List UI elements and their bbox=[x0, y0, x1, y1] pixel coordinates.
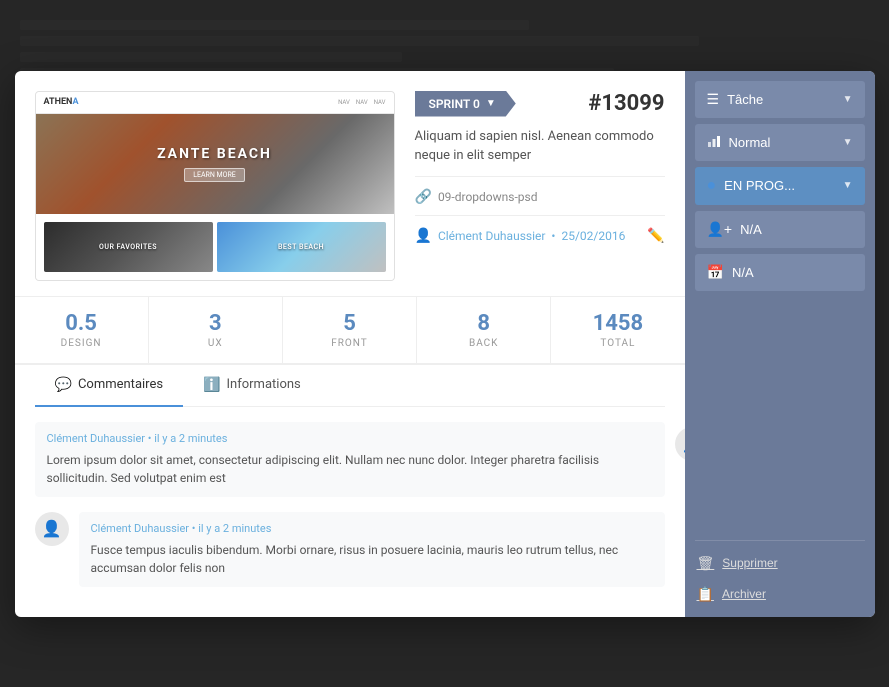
delete-button[interactable]: 🗑 Supprimer bbox=[695, 551, 865, 576]
date-label: N/A bbox=[732, 265, 754, 280]
modal-main-content: ATHENA NAV NAV NAV ZANTE BEACH LEARN MOR… bbox=[15, 71, 685, 617]
comments-section: Clément Duhaussier • il y a 2 minutes Lo… bbox=[15, 407, 685, 617]
normal-chevron-icon: ▼ bbox=[843, 137, 853, 148]
preview-topbar: ATHENA NAV NAV NAV bbox=[36, 92, 394, 114]
delete-label: Supprimer bbox=[722, 556, 777, 570]
assignee-label: N/A bbox=[740, 222, 762, 237]
tabs-section: 💬 Commentaires ℹ️ Informations bbox=[15, 365, 685, 407]
archive-icon: 📋 bbox=[697, 586, 714, 603]
comment-item-2: 👤 Clément Duhaussier • il y a 2 minutes … bbox=[35, 512, 665, 587]
top-section: ATHENA NAV NAV NAV ZANTE BEACH LEARN MOR… bbox=[15, 71, 685, 297]
sidebar-assignee-button[interactable]: 👤+ N/A bbox=[695, 211, 865, 248]
sprint-badge[interactable]: SPRINT 0 ▼ bbox=[415, 91, 516, 117]
informations-icon: ℹ️ bbox=[203, 377, 220, 393]
status-dot-icon: ● bbox=[707, 177, 717, 195]
metric-ux: 3 UX bbox=[149, 297, 283, 363]
archive-button[interactable]: 📋 Archiver bbox=[695, 582, 865, 607]
task-info-area: SPRINT 0 ▼ #13099 Aliquam id sapien nisl… bbox=[415, 91, 665, 281]
metric-design-label: DESIGN bbox=[61, 338, 102, 349]
preview-thumb-2: BEST BEACH bbox=[217, 222, 386, 272]
user-info-row: 👤 Clément Duhaussier • 25/02/2016 ✏️ bbox=[415, 215, 665, 244]
sidebar-tache-button[interactable]: ☰ Tâche ▼ bbox=[695, 81, 865, 118]
comment-1-meta: Clément Duhaussier • il y a 2 minutes bbox=[47, 432, 653, 445]
task-modal: ATHENA NAV NAV NAV ZANTE BEACH LEARN MOR… bbox=[15, 71, 875, 617]
metric-ux-label: UX bbox=[208, 338, 223, 349]
sprint-label: SPRINT 0 bbox=[429, 97, 480, 111]
commentaires-icon: 💬 bbox=[55, 377, 72, 393]
assignee-icon: 👤+ bbox=[707, 221, 733, 238]
tache-label: Tâche bbox=[727, 92, 763, 107]
sprint-header: SPRINT 0 ▼ #13099 bbox=[415, 91, 665, 117]
comment-body-2: Clément Duhaussier • il y a 2 minutes Fu… bbox=[79, 512, 665, 587]
calendar-icon: 📅 bbox=[707, 264, 724, 281]
preview-nav: NAV NAV NAV bbox=[338, 99, 385, 106]
tab-informations[interactable]: ℹ️ Informations bbox=[183, 365, 321, 407]
status-chevron-icon: ▼ bbox=[843, 180, 853, 191]
metric-total: 1458 TOTAL bbox=[551, 297, 684, 363]
ticket-description: Aliquam id sapien nisl. Aenean commodo n… bbox=[415, 127, 665, 166]
comment-1-text: Lorem ipsum dolor sit amet, consectetur … bbox=[47, 451, 653, 487]
tab-commentaires[interactable]: 💬 Commentaires bbox=[35, 365, 184, 407]
metric-back-label: BACK bbox=[469, 338, 498, 349]
metric-design: 0.5 DESIGN bbox=[15, 297, 149, 363]
archive-label: Archiver bbox=[722, 587, 766, 601]
sidebar-actions: 🗑 Supprimer 📋 Archiver bbox=[695, 540, 865, 607]
metric-total-label: TOTAL bbox=[600, 338, 635, 349]
status-label: EN PROG... bbox=[724, 178, 795, 193]
comment-2-avatar: 👤 bbox=[35, 512, 69, 546]
attachment-icon: 🔗 bbox=[415, 189, 432, 205]
tache-icon: ☰ bbox=[707, 91, 720, 108]
metrics-bar: 0.5 DESIGN 3 UX 5 FRONT 8 BACK 1458 TO bbox=[15, 297, 685, 365]
metric-back-value: 8 bbox=[477, 311, 490, 336]
preview-logo: ATHENA bbox=[44, 97, 79, 107]
edit-icon[interactable]: ✏️ bbox=[647, 228, 664, 244]
metric-total-value: 1458 bbox=[593, 311, 644, 336]
tache-chevron-icon: ▼ bbox=[843, 94, 853, 105]
sprint-chevron-icon: ▼ bbox=[486, 98, 496, 109]
task-sidebar: ☰ Tâche ▼ Normal ▼ bbox=[685, 71, 875, 617]
sidebar-date-button[interactable]: 📅 N/A bbox=[695, 254, 865, 291]
preview-hero-button: LEARN MORE bbox=[184, 168, 245, 182]
ticket-number: #13099 bbox=[588, 91, 664, 116]
preview-thumbnails: OUR FAVORITES BEST BEACH bbox=[36, 214, 394, 280]
metric-back: 8 BACK bbox=[417, 297, 551, 363]
metric-front-value: 5 bbox=[343, 311, 356, 336]
tabs-bar: 💬 Commentaires ℹ️ Informations bbox=[35, 365, 665, 407]
metric-ux-value: 3 bbox=[209, 311, 222, 336]
comment-2-text: Fusce tempus iaculis bibendum. Morbi orn… bbox=[91, 541, 653, 577]
file-name: 09-dropdowns-psd bbox=[438, 190, 538, 204]
preview-hero-title: ZANTE BEACH bbox=[157, 146, 272, 162]
comment-1-avatar-right: 👤 bbox=[675, 427, 685, 461]
comment-2-meta: Clément Duhaussier • il y a 2 minutes bbox=[91, 522, 653, 535]
preview-hero: ZANTE BEACH LEARN MORE bbox=[36, 114, 394, 214]
user-icon: 👤 bbox=[415, 228, 432, 244]
metric-front-label: FRONT bbox=[331, 338, 368, 349]
trash-icon: 🗑 bbox=[697, 555, 715, 572]
comment-item-1: Clément Duhaussier • il y a 2 minutes Lo… bbox=[35, 422, 665, 497]
sidebar-status-button[interactable]: ● EN PROG... ▼ bbox=[695, 167, 865, 205]
priority-icon bbox=[707, 134, 721, 151]
tab-informations-label: Informations bbox=[227, 377, 301, 392]
normal-label: Normal bbox=[729, 135, 771, 150]
user-name-date: Clément Duhaussier • 25/02/2016 bbox=[438, 229, 625, 243]
comment-body-1: Clément Duhaussier • il y a 2 minutes Lo… bbox=[35, 422, 665, 497]
tab-commentaires-label: Commentaires bbox=[78, 377, 163, 392]
preview-frame: ATHENA NAV NAV NAV ZANTE BEACH LEARN MOR… bbox=[35, 91, 395, 281]
preview-thumb-1: OUR FAVORITES bbox=[44, 222, 213, 272]
website-preview: ATHENA NAV NAV NAV ZANTE BEACH LEARN MOR… bbox=[35, 91, 395, 281]
metric-design-value: 0.5 bbox=[65, 311, 97, 336]
file-info-row: 🔗 09-dropdowns-psd bbox=[415, 176, 665, 205]
sidebar-normal-button[interactable]: Normal ▼ bbox=[695, 124, 865, 161]
metric-front: 5 FRONT bbox=[283, 297, 417, 363]
